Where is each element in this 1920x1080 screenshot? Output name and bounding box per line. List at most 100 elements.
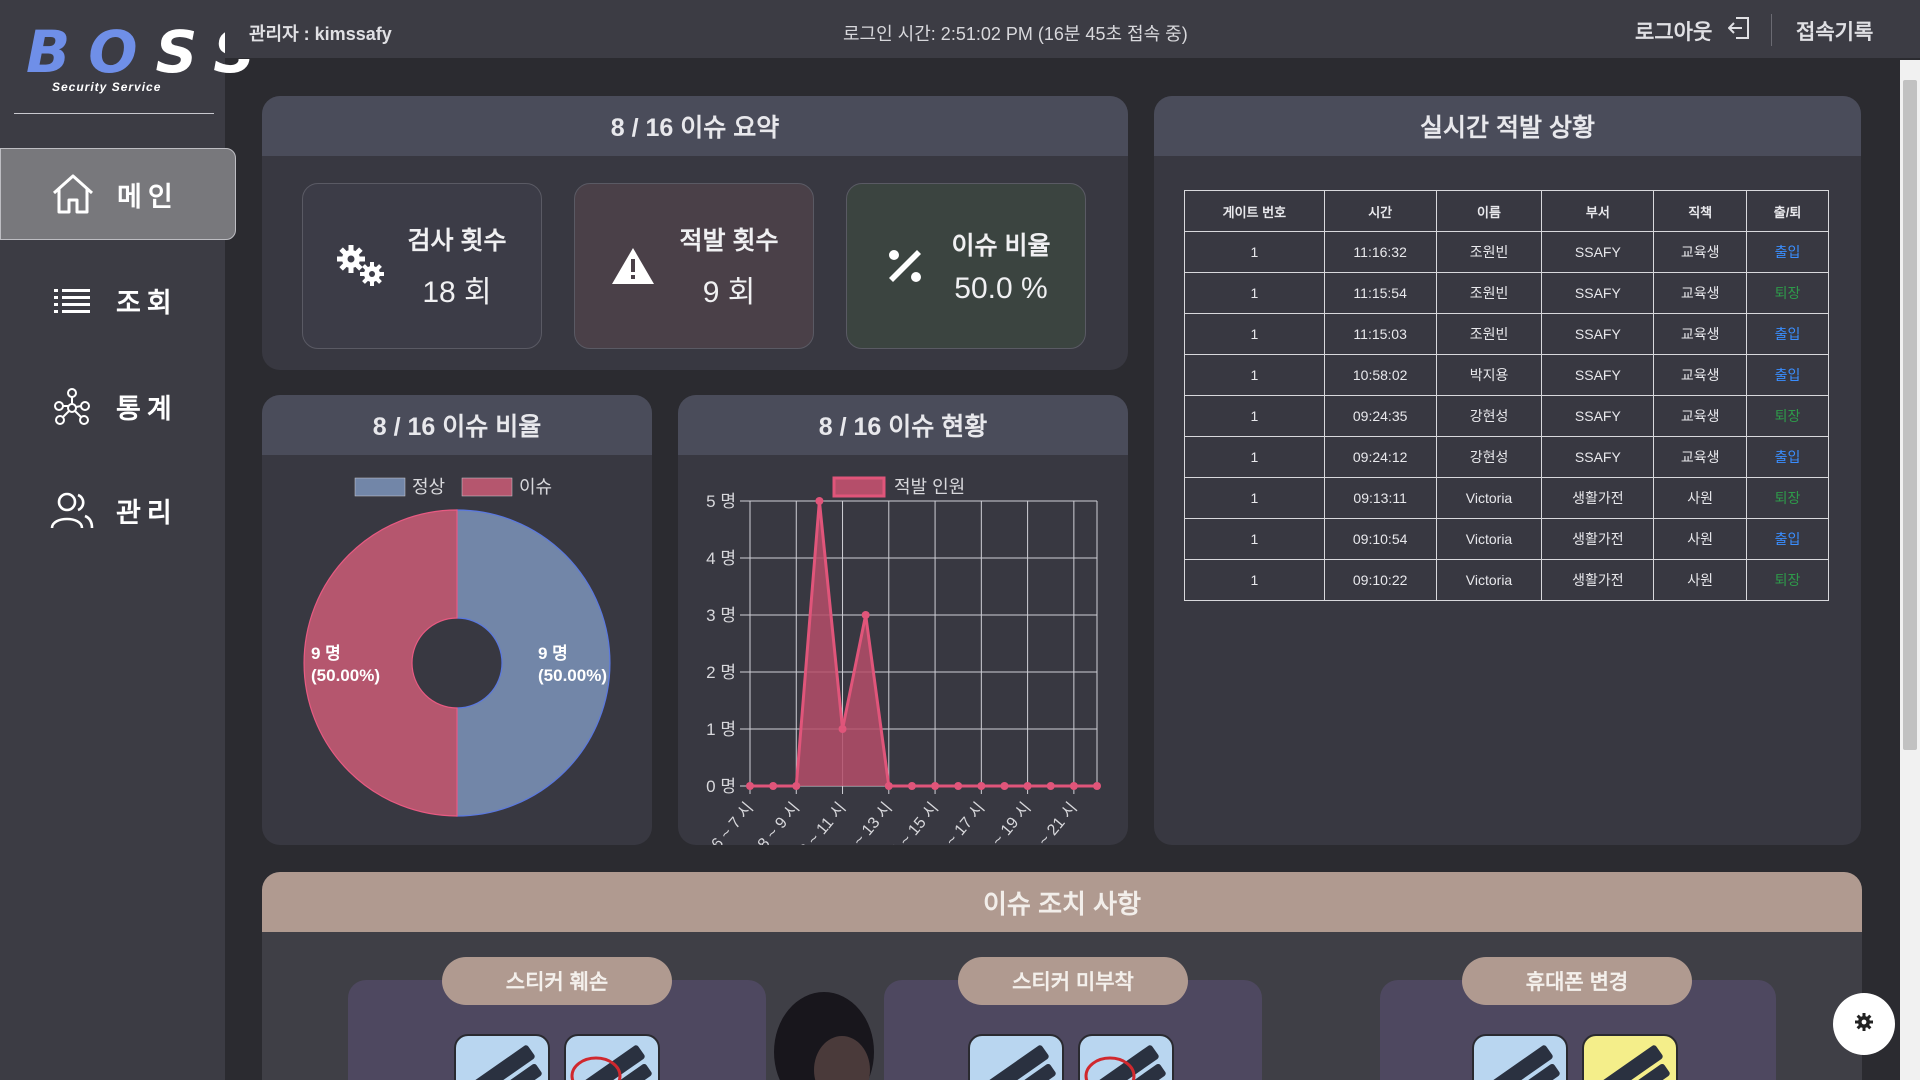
stat-inspections-value: 18 회 bbox=[422, 276, 492, 309]
data-point[interactable] bbox=[746, 782, 754, 790]
table-row[interactable]: 1 09:10:54 Victoria 생활가전 사원 출입 bbox=[1184, 518, 1829, 560]
table-cell: 11:16:32 bbox=[1323, 231, 1437, 273]
table-cell: 퇴장 bbox=[1746, 272, 1829, 314]
table-cell: 09:24:35 bbox=[1323, 395, 1437, 437]
stat-issue-ratio-value: 50.0 % bbox=[954, 272, 1048, 305]
col-name: 이름 bbox=[1435, 190, 1543, 232]
table-cell: 11:15:03 bbox=[1323, 313, 1437, 355]
detections-table: 게이트 번호 시간 이름 부서 직책 출/퇴 1 11:16:32 조원빈 SSAFY… bbox=[1184, 190, 1829, 601]
data-point[interactable] bbox=[861, 611, 870, 619]
table-cell: 09:10:54 bbox=[1323, 518, 1437, 560]
stat-inspections: 검사 횟수 18 회 bbox=[302, 183, 542, 349]
col-time: 시간 bbox=[1323, 190, 1437, 232]
pie-slice[interactable] bbox=[303, 509, 458, 817]
y-tick-label: 0 명 bbox=[706, 777, 736, 796]
table-header-row: 게이트 번호 시간 이름 부서 직책 출/퇴 bbox=[1184, 190, 1829, 232]
table-cell: 10:58:02 bbox=[1323, 354, 1437, 396]
summary-card: 8 / 16 이슈 요약 검사 횟수 18 회 적발 횟수 9 회 이슈 비율 … bbox=[262, 96, 1128, 370]
data-point[interactable] bbox=[1093, 782, 1101, 790]
data-point[interactable] bbox=[1000, 782, 1009, 790]
table-cell: 강현성 bbox=[1435, 436, 1543, 478]
table-cell: 1 bbox=[1184, 559, 1325, 601]
table-cell: 박지용 bbox=[1435, 354, 1543, 396]
data-point[interactable] bbox=[884, 782, 893, 790]
y-tick-label: 1 명 bbox=[706, 720, 736, 739]
table-cell: SSAFY bbox=[1541, 395, 1655, 437]
logo[interactable]: BOSS Security Service bbox=[14, 14, 255, 114]
nav-item-search[interactable]: 조회 bbox=[0, 254, 236, 346]
nav-item-main[interactable]: 메인 bbox=[0, 148, 236, 240]
table-cell: 교육생 bbox=[1653, 231, 1748, 273]
warning-icon bbox=[601, 246, 665, 286]
x-tick-label: 18 ~ 19 시 bbox=[975, 800, 1035, 845]
data-point[interactable] bbox=[954, 782, 963, 790]
logout-label: 로그아웃 bbox=[1635, 21, 1713, 44]
table-cell: 1 bbox=[1184, 477, 1325, 519]
legend-swatch bbox=[832, 476, 886, 498]
table-cell: 사원 bbox=[1653, 518, 1748, 560]
table-row[interactable]: 1 09:10:22 Victoria 생활가전 사원 퇴장 bbox=[1184, 559, 1829, 601]
nav-label-stats: 통계 bbox=[116, 393, 178, 424]
issue-status-title: 8 / 16 이슈 현황 bbox=[678, 395, 1128, 455]
y-tick-label: 5 명 bbox=[706, 492, 736, 511]
nav-label-search: 조회 bbox=[116, 287, 178, 318]
pie-data-label: (50.00%) bbox=[311, 666, 380, 685]
settings-button[interactable] bbox=[1833, 993, 1895, 1055]
table-cell: 출입 bbox=[1746, 436, 1829, 478]
table-row[interactable]: 1 09:13:11 Victoria 생활가전 사원 퇴장 bbox=[1184, 477, 1829, 519]
data-point[interactable] bbox=[907, 782, 916, 790]
col-gate: 게이트 번호 bbox=[1184, 190, 1325, 232]
gears-icon bbox=[329, 243, 393, 289]
nav-label-manage: 관리 bbox=[116, 497, 178, 528]
table-cell: 1 bbox=[1184, 436, 1325, 478]
data-point[interactable] bbox=[838, 725, 847, 733]
table-cell: 출입 bbox=[1746, 231, 1829, 273]
data-point[interactable] bbox=[1069, 782, 1078, 790]
table-row[interactable]: 1 09:24:35 강현성 SSAFY 교육생 퇴장 bbox=[1184, 395, 1829, 437]
data-point[interactable] bbox=[1023, 782, 1032, 790]
realtime-title: 실시간 적발 상황 bbox=[1154, 96, 1861, 156]
data-point[interactable] bbox=[931, 782, 940, 790]
issue-status-chart: 적발 인원 0 명 1 명 2 명 3 명 4 명 5 명 6 ~ 7 시8 ~ 9 시10 … bbox=[706, 476, 1101, 845]
table-cell: 사원 bbox=[1653, 477, 1748, 519]
table-row[interactable]: 1 11:16:32 조원빈 SSAFY 교육생 출입 bbox=[1184, 231, 1829, 273]
table-cell: 퇴장 bbox=[1746, 559, 1829, 601]
data-point[interactable] bbox=[1046, 782, 1055, 790]
table-cell: 강현성 bbox=[1435, 395, 1543, 437]
table-cell: 09:13:11 bbox=[1323, 477, 1437, 519]
person-illustration bbox=[774, 992, 874, 1080]
login-time: 로그인 시간: 2:51:02 PM (16분 45초 접속 중) bbox=[843, 24, 1188, 44]
col-inout: 출/퇴 bbox=[1746, 190, 1829, 232]
nav-item-stats[interactable]: 통계 bbox=[0, 360, 236, 452]
sticker-damaged-image-1 bbox=[454, 1034, 550, 1080]
phone-changed-image-1 bbox=[1472, 1034, 1568, 1080]
x-tick-label: 12 ~ 13 시 bbox=[836, 800, 896, 845]
access-history-button[interactable]: 접속기록 bbox=[1796, 16, 1873, 46]
table-cell: 조원빈 bbox=[1435, 313, 1543, 355]
data-point[interactable] bbox=[815, 497, 824, 505]
data-point[interactable] bbox=[977, 782, 986, 790]
issue-ratio-card: 8 / 16 이슈 비율 정상 이슈 9 명 (50.00%) 9 명 (50.00%) bbox=[262, 395, 652, 845]
users-icon bbox=[48, 486, 96, 534]
table-cell: 교육생 bbox=[1653, 313, 1748, 355]
y-tick-label: 4 명 bbox=[706, 549, 736, 568]
pie-slice[interactable] bbox=[456, 509, 611, 817]
table-cell: SSAFY bbox=[1541, 272, 1655, 314]
admin-label: 관리자 : kimssafy bbox=[249, 24, 392, 44]
pie-data-label: 9 명 bbox=[538, 644, 568, 663]
scrollbar-thumb[interactable] bbox=[1903, 80, 1917, 750]
sticker-missing-image-2 bbox=[1078, 1034, 1174, 1080]
logout-button[interactable]: 로그아웃 bbox=[1635, 16, 1750, 46]
table-row[interactable]: 1 11:15:54 조원빈 SSAFY 교육생 퇴장 bbox=[1184, 272, 1829, 314]
table-cell: 11:15:54 bbox=[1323, 272, 1437, 314]
table-row[interactable]: 1 09:24:12 강현성 SSAFY 교육생 출입 bbox=[1184, 436, 1829, 478]
data-point[interactable] bbox=[769, 782, 778, 790]
nav-item-manage[interactable]: 관리 bbox=[0, 464, 236, 556]
table-row[interactable]: 1 11:15:03 조원빈 SSAFY 교육생 출입 bbox=[1184, 313, 1829, 355]
table-row[interactable]: 1 10:58:02 박지용 SSAFY 교육생 출입 bbox=[1184, 354, 1829, 396]
data-point[interactable] bbox=[792, 782, 801, 790]
legend-swatch bbox=[354, 477, 406, 497]
page-scrollbar[interactable] bbox=[1900, 60, 1920, 1080]
sticker-missing-label: 스티커 미부착 bbox=[958, 957, 1188, 1005]
x-tick-label: 6 ~ 7 시 bbox=[709, 800, 758, 845]
